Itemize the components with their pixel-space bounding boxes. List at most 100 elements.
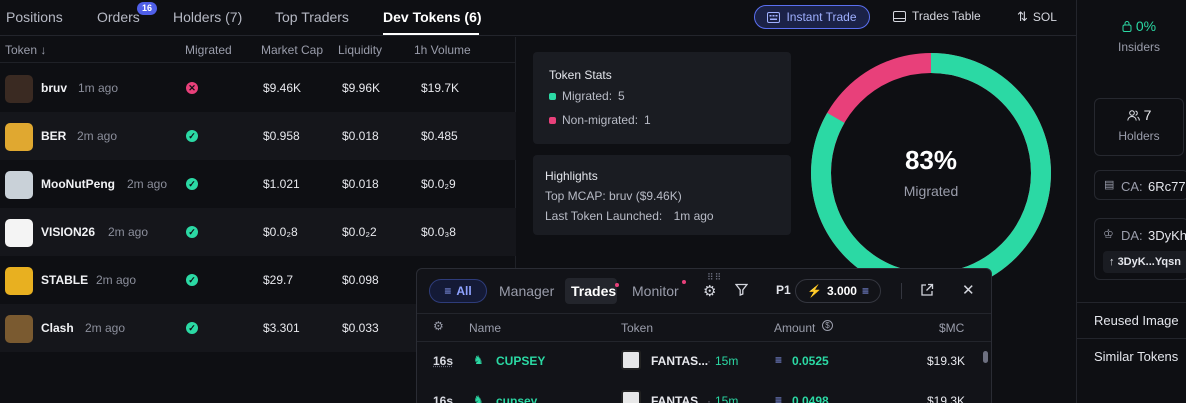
quick-buy-value: 3.000 [826, 284, 857, 298]
token-age: 1m ago [78, 81, 119, 95]
filter-all-label: All [456, 284, 472, 298]
table-row[interactable]: BER 2m ago ✓ $0.958 $0.018 $0.485 [0, 112, 516, 160]
scrollbar[interactable] [983, 351, 988, 363]
market-cap-cell: $1.021 [263, 177, 300, 191]
tab-top-traders[interactable]: Top Traders [275, 9, 349, 25]
market-cap-cell: $3.301 [263, 321, 300, 335]
top-mcap: Top MCAP: bruv ($9.46K) [545, 189, 682, 203]
table-row[interactable]: bruv 1m ago ✕ $9.46K $9.96K $19.7K [0, 64, 516, 112]
trade-token[interactable]: FANTAS... [651, 394, 708, 403]
token-thumb [621, 350, 641, 370]
currency-toggle[interactable]: ⇅ SOL [1017, 9, 1057, 25]
market-cap-cell: $9.46K [263, 81, 302, 95]
table-header: Token ↓ Migrated Market Cap Liquidity 1h… [0, 37, 516, 63]
trader-icon: ♞ [473, 353, 484, 367]
trade-token[interactable]: FANTAS... [651, 354, 708, 368]
similar-tokens-row[interactable]: Similar Tokens [1077, 338, 1186, 374]
trade-age: 16s [433, 354, 454, 368]
token-image [5, 315, 33, 343]
trade-token-age: 15m [715, 354, 739, 368]
token-image [5, 123, 33, 151]
column-name: Name [469, 321, 502, 335]
amount-currency-icon[interactable]: $ [822, 320, 833, 331]
quick-buy-amount[interactable]: ⚡ 3.000 ≡ [795, 279, 881, 303]
legend-non-migrated-count: 1 [644, 113, 651, 127]
close-icon[interactable]: ✕ [962, 281, 975, 299]
sol-icon: ≡ [775, 353, 783, 367]
dev-address[interactable]: ♔ DA: 3DyKh ↑ 3DyK...Yqsn [1094, 218, 1186, 280]
token-image [5, 219, 33, 247]
tab-holders[interactable]: Holders (7) [173, 9, 242, 25]
lock-icon [1122, 21, 1132, 32]
currency-label: SOL [1032, 10, 1057, 24]
legend-non-migrated-label: Non-migrated: [562, 113, 639, 127]
migrated-check-icon: ✓ [186, 178, 198, 190]
token-name[interactable]: BER [41, 129, 66, 143]
contract-address[interactable]: ▤ CA: 6Rc77 [1094, 170, 1186, 200]
holders-stat: 7 Holders [1094, 98, 1184, 156]
column-token[interactable]: Token ↓ [5, 43, 46, 57]
bullet: · [707, 394, 711, 403]
trader-name[interactable]: CUPSEY [496, 354, 545, 368]
token-name[interactable]: STABLE [41, 273, 88, 287]
popout-icon[interactable] [920, 283, 934, 300]
token-name[interactable]: Clash [41, 321, 74, 335]
trade-age: 16s [433, 394, 454, 403]
column-market-cap: Market Cap [261, 43, 324, 57]
table-row[interactable]: VISION26 2m ago ✓ $0.0₂8 $0.0₂2 $0.0₃8 [0, 208, 516, 256]
migrated-check-icon: ✓ [186, 274, 198, 286]
market-cap-cell: $0.958 [263, 129, 300, 143]
column-amount: Amount [774, 321, 816, 335]
token-name[interactable]: VISION26 [41, 225, 95, 239]
table-icon [893, 10, 906, 22]
filter-all-button[interactable]: ≡ All [429, 279, 487, 303]
column-settings-icon[interactable]: ⚙ [433, 319, 444, 333]
tab-trades[interactable]: Trades [571, 283, 616, 299]
chef-hat-icon: ♔ [1103, 227, 1114, 241]
tab-dev-tokens[interactable]: Dev Tokens (6) [383, 9, 482, 25]
settings-icon[interactable]: ⚙ [703, 282, 716, 300]
preset-label[interactable]: P1 [776, 283, 791, 297]
token-thumb [621, 390, 641, 403]
monitor-notification-dot [682, 280, 686, 284]
trade-row[interactable]: 16s ♞ cupsey FANTAS... · 15m ≡ 0.0498 $19.3K [417, 382, 987, 403]
tab-monitor[interactable]: Monitor [632, 283, 679, 299]
last-launched-value: 1m ago [673, 209, 714, 223]
keyboard-icon [767, 11, 781, 23]
volume-cell: $0.485 [421, 129, 458, 143]
trades-table-button[interactable]: Trades Table [893, 9, 981, 23]
holders-value: 7 [1143, 107, 1152, 123]
document-icon: ▤ [1104, 179, 1115, 191]
filter-icon[interactable] [734, 283, 749, 299]
tab-bar: Positions Orders 16 Holders (7) Top Trad… [0, 0, 1076, 36]
liquidity-cell: $0.0₂2 [342, 225, 377, 239]
trade-mc: $19.3K [927, 394, 966, 403]
market-cap-cell: $0.0₂8 [263, 225, 298, 239]
token-age: 2m ago [77, 129, 118, 143]
trades-notification-dot [615, 283, 619, 287]
token-name[interactable]: MooNutPeng [41, 177, 115, 191]
instant-trade-button[interactable]: Instant Trade [754, 5, 870, 29]
token-age: 2m ago [85, 321, 126, 335]
reused-image-row[interactable]: Reused Image [1077, 302, 1186, 338]
tab-orders[interactable]: Orders [97, 9, 140, 25]
token-age: 2m ago [108, 225, 149, 239]
liquidity-cell: $0.018 [342, 129, 379, 143]
token-stats-card: Token Stats Migrated: 5 Non-migrated: 1 [533, 52, 791, 144]
token-image [5, 75, 33, 103]
bullet: · [707, 354, 711, 368]
trader-name[interactable]: cupsey [496, 394, 537, 403]
token-name[interactable]: bruv [41, 81, 67, 95]
dev-address-chip[interactable]: ↑ 3DyK...Yqsn [1103, 251, 1186, 273]
legend-non-migrated: Non-migrated: 1 [549, 113, 651, 127]
tab-positions[interactable]: Positions [6, 9, 63, 25]
migrated-check-icon: ✓ [186, 130, 198, 142]
column-liquidity: Liquidity [338, 43, 383, 57]
volume-cell: $0.0₃8 [421, 225, 456, 239]
trade-row[interactable]: 16s ♞ CUPSEY FANTAS... · 15m ≡ 0.0525 $19.3K [417, 342, 987, 378]
migrated-check-icon: ✓ [186, 322, 198, 334]
orders-count-badge: 16 [137, 2, 157, 15]
tab-manager[interactable]: Manager [499, 283, 554, 299]
market-cap-cell: $29.7 [263, 273, 294, 287]
table-row[interactable]: MooNutPeng 2m ago ✓ $1.021 $0.018 $0.0₂9 [0, 160, 516, 208]
